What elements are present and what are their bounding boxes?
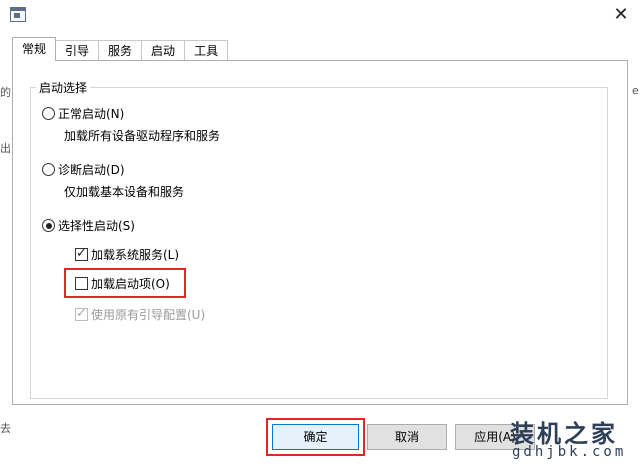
tab-boot[interactable]: 引导	[55, 40, 100, 61]
diagnostic-startup-radio[interactable]	[42, 163, 55, 176]
msconfig-screenshot: 的 出 去 e ✕ 常规 引导 服务 启动 工具 启动选择 正常启动(N) 加载…	[0, 0, 640, 468]
tab-general[interactable]: 常规	[12, 37, 57, 61]
background-fragment: 出	[0, 142, 11, 155]
background-fragment: e	[632, 84, 639, 97]
load-startup-items-checkbox[interactable]	[75, 277, 88, 290]
normal-startup-label[interactable]: 正常启动(N)	[58, 105, 124, 122]
load-system-services-label[interactable]: 加载系统服务(L)	[91, 246, 179, 263]
group-title: 启动选择	[36, 79, 91, 96]
selective-startup-label[interactable]: 选择性启动(S)	[58, 217, 135, 234]
tab-services[interactable]: 服务	[98, 40, 143, 61]
normal-startup-description: 加载所有设备驱动程序和服务	[64, 129, 221, 143]
ok-button[interactable]: 确定	[272, 424, 359, 450]
load-startup-items-label[interactable]: 加载启动项(O)	[91, 275, 170, 292]
background-fragment: 的	[0, 86, 11, 99]
load-system-services-checkbox[interactable]	[75, 246, 88, 261]
diagnostic-startup-description: 仅加载基本设备和服务	[64, 185, 185, 199]
use-original-boot-config-label: 使用原有引导配置(U)	[91, 308, 206, 322]
tab-tools[interactable]: 工具	[184, 40, 229, 61]
close-icon[interactable]: ✕	[602, 0, 640, 30]
tab-bar: 常规 引导 服务 启动 工具	[12, 37, 229, 61]
diagnostic-startup-label[interactable]: 诊断启动(D)	[58, 161, 125, 178]
selective-startup-radio[interactable]	[42, 219, 55, 232]
watermark-url: gdhjbk.com	[512, 444, 627, 460]
window-app-icon	[10, 7, 26, 22]
tab-startup[interactable]: 启动	[141, 40, 186, 61]
use-original-boot-config-checkbox	[75, 306, 88, 321]
cancel-button[interactable]: 取消	[367, 424, 447, 450]
background-fragment: 去	[0, 422, 11, 435]
normal-startup-radio[interactable]	[42, 107, 55, 120]
